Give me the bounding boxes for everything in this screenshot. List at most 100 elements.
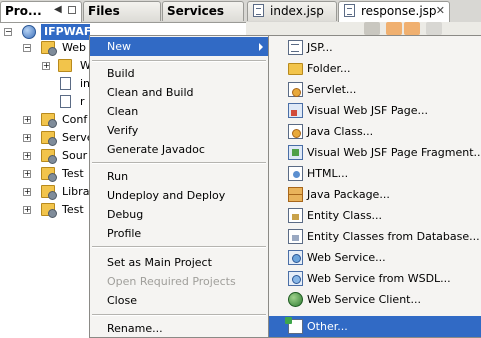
submenu-item-label: Visual Web JSF Page... xyxy=(307,104,428,117)
expand-icon[interactable]: + xyxy=(42,62,50,70)
tab-files[interactable]: Files xyxy=(83,1,161,21)
submenu-item-java-class[interactable]: Java Class... xyxy=(269,121,481,142)
menu-item-generate-javadoc[interactable]: Generate Javadoc xyxy=(90,140,268,159)
editor-tab-index[interactable]: index.jsp xyxy=(247,1,337,21)
menu-item-label: New xyxy=(107,40,131,53)
menu-item-close[interactable]: Close xyxy=(90,291,268,310)
web-service-icon xyxy=(288,250,303,265)
collapse-icon[interactable]: − xyxy=(23,44,31,52)
jsp-icon xyxy=(288,40,303,55)
toolbar-button-icon[interactable] xyxy=(426,22,442,35)
submenu-item-label: Folder... xyxy=(307,62,351,75)
test-libraries-folder-icon xyxy=(41,203,57,218)
editor-toolbar xyxy=(246,22,481,36)
submenu-item-entity-class[interactable]: Entity Class... xyxy=(269,205,481,226)
toolbar-button-icon[interactable] xyxy=(386,22,402,35)
menu-item-clean-and-build[interactable]: Clean and Build xyxy=(90,83,268,102)
submenu-item-other[interactable]: Other... xyxy=(269,316,481,337)
submenu-item-visual-web-jsf-page[interactable]: Visual Web JSF Page... xyxy=(269,100,481,121)
menu-item-debug[interactable]: Debug xyxy=(90,205,268,224)
submenu-item-web-service-from-wsdl[interactable]: Web Service from WSDL... xyxy=(269,268,481,289)
submenu-item-html[interactable]: HTML... xyxy=(269,163,481,184)
menu-item-clean[interactable]: Clean xyxy=(90,102,268,121)
java-package-icon xyxy=(288,187,303,202)
tree-row[interactable]: + Conf xyxy=(0,111,90,129)
menu-item-label: Generate Javadoc xyxy=(107,143,205,156)
tab-projects-label: Pro... xyxy=(5,4,42,18)
submenu-item-label: Servlet... xyxy=(307,83,357,96)
menu-item-build[interactable]: Build xyxy=(90,64,268,83)
close-icon[interactable]: ✕ xyxy=(436,2,445,20)
menu-item-label: Run xyxy=(107,170,129,183)
visual-web-fragment-icon xyxy=(288,145,303,160)
libraries-folder-icon xyxy=(41,185,57,200)
tab-projects[interactable]: Pro... ◀ xyxy=(0,1,82,22)
menu-item-open-required-projects: Open Required Projects xyxy=(90,272,268,291)
editor-tab-label: response.jsp xyxy=(361,4,437,18)
tree-row[interactable]: r xyxy=(0,93,90,111)
submenu-item-web-service[interactable]: Web Service... xyxy=(269,247,481,268)
menu-separator xyxy=(92,162,266,164)
menu-item-verify[interactable]: Verify xyxy=(90,121,268,140)
submenu-item-servlet[interactable]: Servlet... xyxy=(269,79,481,100)
menu-item-label: Debug xyxy=(107,208,144,221)
toolbar-button-icon[interactable] xyxy=(404,22,420,35)
tree-row[interactable]: + Test xyxy=(0,165,90,183)
menu-item-label: Set as Main Project xyxy=(107,256,212,269)
expand-icon[interactable]: + xyxy=(23,134,31,142)
menu-item-run[interactable]: Run xyxy=(90,167,268,186)
expand-icon[interactable]: + xyxy=(23,188,31,196)
editor-tab-label: index.jsp xyxy=(270,4,324,18)
tree-row[interactable]: + W xyxy=(0,57,90,75)
expand-icon[interactable]: + xyxy=(23,170,31,178)
servlet-icon xyxy=(288,82,303,97)
menu-item-label: Rename... xyxy=(107,322,163,335)
java-class-icon xyxy=(288,124,303,139)
menu-item-rename[interactable]: Rename... xyxy=(90,319,268,338)
submenu-item-entity-classes-from-database[interactable]: Entity Classes from Database... xyxy=(269,226,481,247)
web-project-icon xyxy=(22,25,36,39)
menu-item-undeploy-and-deploy[interactable]: Undeploy and Deploy xyxy=(90,186,268,205)
submenu-item-label: Visual Web JSF Page Fragment... xyxy=(307,146,481,159)
tree-label: Test xyxy=(62,203,84,216)
menu-item-new[interactable]: New xyxy=(90,37,268,56)
dock-icon[interactable]: ◀ xyxy=(54,5,62,15)
tree-row[interactable]: + Serve xyxy=(0,129,90,147)
submenu-arrow-icon xyxy=(259,43,263,51)
submenu-item-java-package[interactable]: Java Package... xyxy=(269,184,481,205)
toolbar-button-icon[interactable] xyxy=(364,22,380,35)
expand-icon[interactable]: + xyxy=(23,116,31,124)
tree-row[interactable]: + Test xyxy=(0,201,90,219)
menu-item-set-as-main-project[interactable]: Set as Main Project xyxy=(90,253,268,272)
config-folder-icon xyxy=(41,113,57,128)
minimize-icon[interactable] xyxy=(68,6,76,14)
visual-web-page-icon xyxy=(288,103,303,118)
collapse-icon[interactable]: − xyxy=(4,28,12,36)
submenu-item-label: Web Service from WSDL... xyxy=(307,272,451,285)
submenu-item-label: Other... xyxy=(307,320,348,333)
menu-item-label: Undeploy and Deploy xyxy=(107,189,226,202)
menu-item-label: Open Required Projects xyxy=(107,275,236,288)
submenu-item-visual-web-jsf-fragment[interactable]: Visual Web JSF Page Fragment... xyxy=(269,142,481,163)
menu-item-profile[interactable]: Profile xyxy=(90,224,268,243)
submenu-item-jsp[interactable]: JSP... xyxy=(269,37,481,58)
expand-icon[interactable]: + xyxy=(23,206,31,214)
tree-row[interactable]: − Web xyxy=(0,39,90,57)
tree-row[interactable]: + Libra xyxy=(0,183,90,201)
tree-row[interactable]: + Sour xyxy=(0,147,90,165)
submenu-item-label: Entity Class... xyxy=(307,209,383,222)
web-pages-folder-icon xyxy=(41,41,57,56)
tab-services[interactable]: Services xyxy=(162,1,244,21)
menu-item-label: Clean and Build xyxy=(107,86,194,99)
tab-files-label: Files xyxy=(88,4,120,18)
tree-row[interactable]: in xyxy=(0,75,90,93)
tab-services-label: Services xyxy=(167,4,225,18)
jsp-file-icon xyxy=(344,4,355,17)
source-folder-icon xyxy=(41,149,57,164)
submenu-item-web-service-client[interactable]: Web Service Client... xyxy=(269,289,481,310)
jsp-file-icon xyxy=(60,77,71,90)
tree-label: r xyxy=(80,95,85,108)
expand-icon[interactable]: + xyxy=(23,152,31,160)
submenu-item-folder[interactable]: Folder... xyxy=(269,58,481,79)
editor-tab-response[interactable]: response.jsp ✕ xyxy=(338,1,450,22)
